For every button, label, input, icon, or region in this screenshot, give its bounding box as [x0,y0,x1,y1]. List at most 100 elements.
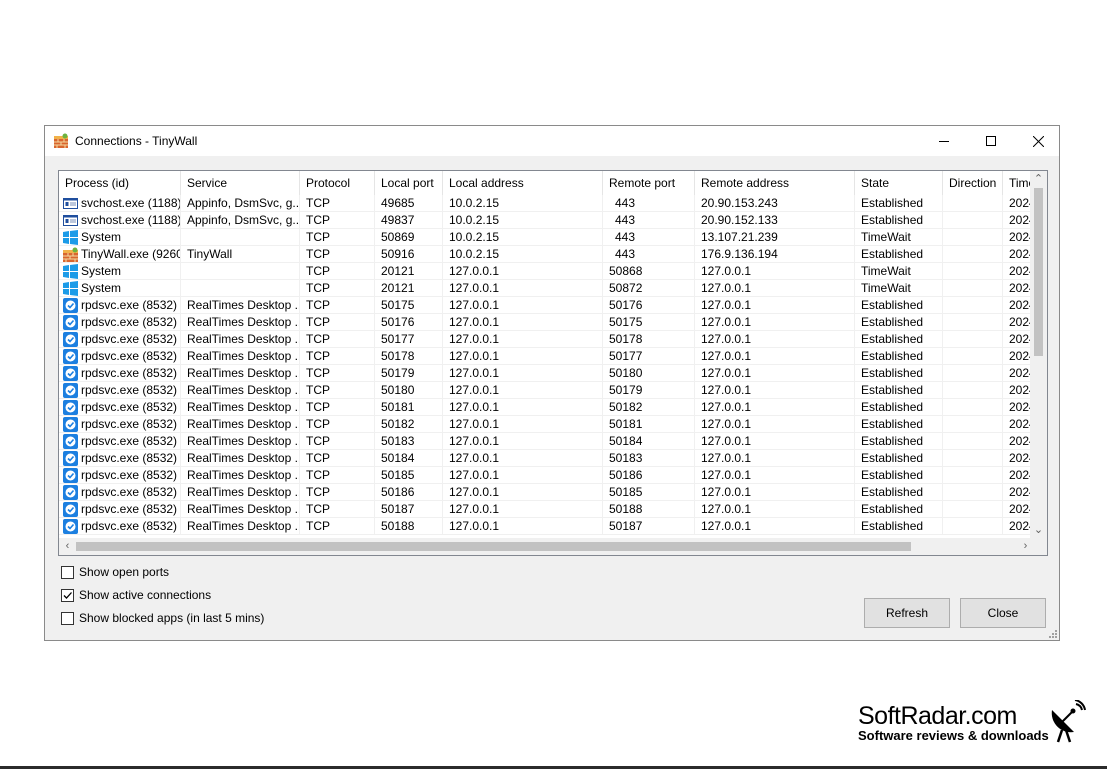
table-row[interactable]: rpdsvc.exe (8532) RealTimes Desktop ... TC… [59,501,1043,518]
table-row[interactable]: rpdsvc.exe (8532) RealTimes Desktop ... TC… [59,450,1043,467]
cell-protocol: TCP [300,467,375,484]
cell-remote-port: 50178 [603,331,695,348]
windows-logo-icon [63,230,78,245]
show-blocked-apps-checkbox[interactable] [61,612,74,625]
vertical-scrollbar[interactable]: ⌃ ⌄ [1030,171,1047,539]
process-name: rpdsvc.exe (8532) [81,519,178,533]
table-row[interactable]: rpdsvc.exe (8532) RealTimes Desktop ... TC… [59,399,1043,416]
cell-state: TimeWait [855,229,943,246]
show-active-connections-checkbox[interactable] [61,589,74,602]
scrollbar-corner [1030,538,1047,555]
cell-remote-address: 127.0.0.1 [695,263,855,280]
title-bar[interactable]: Connections - TinyWall [45,126,1059,156]
process-name: rpdsvc.exe (8532) [81,366,178,380]
table-row[interactable]: svchost.exe (1188) Appinfo, DsmSvc, g... T… [59,195,1043,212]
table-row[interactable]: rpdsvc.exe (8532) RealTimes Desktop ... TC… [59,467,1043,484]
table-row[interactable]: rpdsvc.exe (8532) RealTimes Desktop ... TC… [59,416,1043,433]
cell-protocol: TCP [300,382,375,399]
column-header-local-address[interactable]: Local address [443,171,603,195]
column-header-state[interactable]: State [855,171,943,195]
close-icon [1032,135,1044,147]
table-row[interactable]: rpdsvc.exe (8532) RealTimes Desktop ... TC… [59,297,1043,314]
minimize-button[interactable] [921,126,967,156]
table-row[interactable]: svchost.exe (1188) Appinfo, DsmSvc, g... T… [59,212,1043,229]
show-active-connections-label[interactable]: Show active connections [79,588,211,602]
table-row[interactable]: System TCP 50869 10.0.2.15 443 13.107.21.239 T… [59,229,1043,246]
cell-direction [943,314,1003,331]
show-open-ports-label[interactable]: Show open ports [79,565,169,579]
resize-grip-icon[interactable] [1048,629,1057,638]
realtimes-app-icon [63,417,78,432]
cell-remote-address: 127.0.0.1 [695,382,855,399]
table-row[interactable]: rpdsvc.exe (8532) RealTimes Desktop ... TC… [59,433,1043,450]
table-row[interactable]: rpdsvc.exe (8532) RealTimes Desktop ... TC… [59,365,1043,382]
table-row[interactable]: rpdsvc.exe (8532) RealTimes Desktop ... TC… [59,518,1043,535]
close-button[interactable]: Close [960,598,1046,628]
cell-remote-port: 50185 [603,484,695,501]
column-header-local-port[interactable]: Local port [375,171,443,195]
column-header-process[interactable]: Process (id) [59,171,181,195]
scroll-left-icon[interactable]: ‹ [59,538,76,555]
horizontal-scroll-thumb[interactable] [76,542,911,551]
cell-protocol: TCP [300,433,375,450]
cell-direction [943,433,1003,450]
cell-remote-address: 127.0.0.1 [695,484,855,501]
horizontal-scrollbar[interactable]: ‹ › [59,538,1034,555]
table-row[interactable]: System TCP 20121 127.0.0.1 50872 127.0.0.1 Tim… [59,280,1043,297]
cell-service: RealTimes Desktop ... [181,467,300,484]
column-header-remote-port[interactable]: Remote port [603,171,695,195]
show-blocked-apps-label[interactable]: Show blocked apps (in last 5 mins) [79,611,264,625]
table-row[interactable]: System TCP 20121 127.0.0.1 50868 127.0.0.1 Tim… [59,263,1043,280]
maximize-button[interactable] [968,126,1014,156]
cell-remote-port: 443 [603,195,695,212]
close-window-button[interactable] [1015,126,1061,156]
cell-protocol: TCP [300,246,375,263]
table-row[interactable]: rpdsvc.exe (8532) RealTimes Desktop ... TC… [59,314,1043,331]
cell-process: rpdsvc.exe (8532) [59,297,181,314]
table-row[interactable]: rpdsvc.exe (8532) RealTimes Desktop ... TC… [59,348,1043,365]
cell-process: rpdsvc.exe (8532) [59,467,181,484]
cell-remote-port: 50175 [603,314,695,331]
column-header-remote-address[interactable]: Remote address [695,171,855,195]
cell-direction [943,263,1003,280]
checkmark-icon [63,592,72,599]
refresh-button[interactable]: Refresh [864,598,950,628]
vertical-scroll-thumb[interactable] [1034,188,1043,356]
cell-local-port: 50187 [375,501,443,518]
cell-process: rpdsvc.exe (8532) [59,484,181,501]
table-row[interactable]: rpdsvc.exe (8532) RealTimes Desktop ... TC… [59,484,1043,501]
column-header-direction[interactable]: Direction [943,171,1003,195]
table-row[interactable]: rpdsvc.exe (8532) RealTimes Desktop ... TC… [59,331,1043,348]
table-row[interactable]: TinyWall.exe (9260) TinyWall TCP 50916 10.0.… [59,246,1043,263]
cell-local-address: 127.0.0.1 [443,416,603,433]
watermark: SoftRadar.com Software reviews & downloa… [858,700,1086,743]
realtimes-app-icon [63,434,78,449]
cell-local-port: 50188 [375,518,443,535]
scroll-down-icon[interactable]: ⌄ [1030,522,1047,539]
watermark-tagline: Software reviews & downloads [858,728,1049,743]
cell-direction [943,382,1003,399]
process-name: rpdsvc.exe (8532) [81,451,178,465]
windows-logo-icon [63,281,78,296]
cell-process: svchost.exe (1188) [59,212,181,229]
svchost-process-icon [63,196,78,211]
cell-process: System [59,280,181,297]
column-header-service[interactable]: Service [181,171,300,195]
cell-remote-address: 127.0.0.1 [695,433,855,450]
process-name: rpdsvc.exe (8532) [81,485,178,499]
cell-local-port: 49685 [375,195,443,212]
cell-local-address: 127.0.0.1 [443,331,603,348]
cell-service [181,263,300,280]
show-open-ports-checkbox[interactable] [61,566,74,579]
cell-service: RealTimes Desktop ... [181,331,300,348]
cell-local-address: 127.0.0.1 [443,365,603,382]
scroll-up-icon[interactable]: ⌃ [1030,171,1047,188]
column-header-protocol[interactable]: Protocol [300,171,375,195]
cell-local-port: 50183 [375,433,443,450]
connections-table[interactable]: Process (id) Service Protocol Local port Loc… [58,170,1048,556]
table-row[interactable]: rpdsvc.exe (8532) RealTimes Desktop ... TC… [59,382,1043,399]
cell-remote-port: 443 [603,246,695,263]
cell-protocol: TCP [300,416,375,433]
realtimes-app-icon [63,502,78,517]
cell-direction [943,212,1003,229]
